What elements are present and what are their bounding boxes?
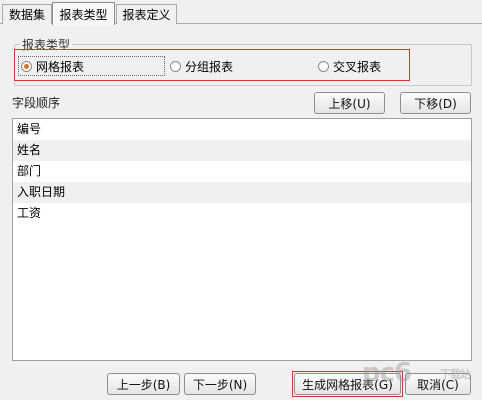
field-order-label: 字段顺序 (12, 96, 61, 110)
field-list[interactable]: 编号 姓名 部门 入职日期 工资 (12, 118, 472, 361)
tab-dataset[interactable]: 数据集 (2, 4, 52, 24)
tab-label: 数据集 (8, 8, 45, 22)
tab-bar: 数据集 报表类型 报表定义 (0, 0, 482, 25)
tab-report-type[interactable]: 报表类型 (52, 2, 115, 25)
radio-cross-report[interactable]: 交叉报表 (318, 57, 381, 75)
prev-button[interactable]: 上一步(B) (107, 373, 180, 395)
list-item[interactable]: 入职日期 (13, 182, 471, 203)
list-item[interactable]: 工资 (13, 203, 471, 224)
radio-grid-report[interactable]: 网格报表 (21, 57, 84, 75)
list-item[interactable]: 姓名 (13, 140, 471, 161)
next-button[interactable]: 下一步(N) (184, 373, 256, 395)
tab-label: 报表定义 (122, 8, 171, 22)
radio-label: 网格报表 (36, 59, 85, 74)
move-down-label: 下移(D) (414, 96, 457, 111)
radio-unchecked-icon (318, 60, 329, 72)
list-item[interactable]: 部门 (13, 161, 471, 182)
radio-label: 分组报表 (185, 59, 234, 74)
watermark-logo: pc6 下载站 (362, 358, 472, 392)
prev-label: 上一步(B) (116, 377, 171, 392)
watermark-subtext: 下载站 (440, 368, 471, 381)
radio-checked-icon (21, 60, 32, 72)
tab-label: 报表类型 (59, 7, 108, 22)
radio-unchecked-icon (170, 60, 181, 72)
move-down-button[interactable]: 下移(D) (400, 92, 471, 114)
report-type-legend: 报表类型 (20, 36, 73, 53)
tab-report-definition[interactable]: 报表定义 (116, 4, 177, 24)
radio-group-report[interactable]: 分组报表 (170, 57, 233, 75)
list-item[interactable]: 编号 (13, 119, 471, 140)
watermark-text: pc6 (362, 358, 412, 388)
move-up-button[interactable]: 上移(U) (314, 92, 385, 114)
radio-label: 交叉报表 (333, 59, 382, 74)
move-up-label: 上移(U) (328, 96, 371, 111)
next-label: 下一步(N) (192, 377, 248, 392)
